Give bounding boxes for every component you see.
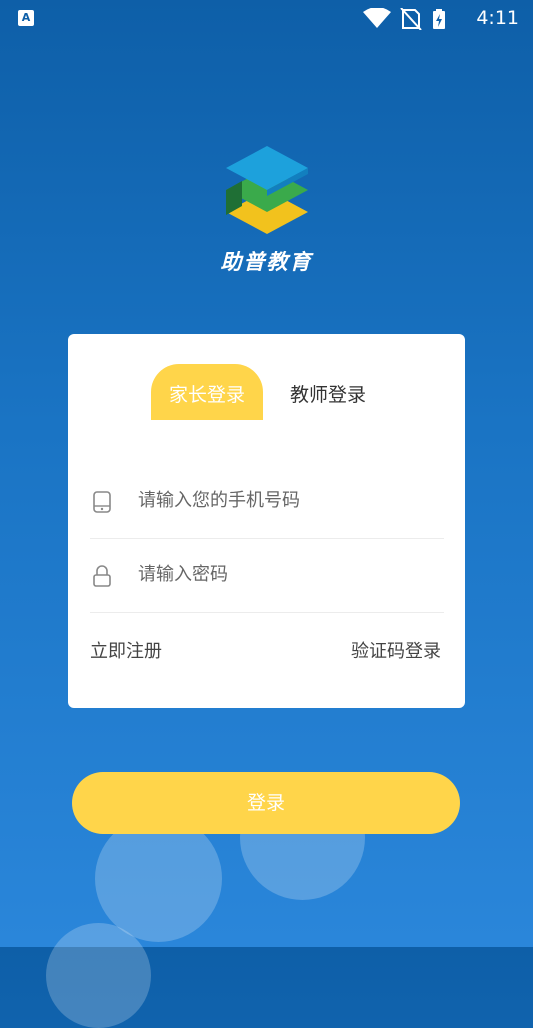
status-icons: [363, 7, 463, 34]
phone-field[interactable]: 请输入您的手机号码: [90, 466, 444, 539]
password-input[interactable]: 请输入密码: [138, 560, 228, 586]
app-title: 助普教育: [220, 250, 313, 274]
login-button[interactable]: 登录: [72, 772, 460, 834]
no-sim-icon: [400, 7, 422, 31]
tab-teacher-login[interactable]: 教师登录: [278, 364, 378, 420]
tab-parent-login[interactable]: 家长登录: [151, 364, 263, 420]
decorative-bubble: [95, 815, 222, 942]
decorative-bubble: [46, 923, 151, 1028]
lock-icon: [93, 565, 111, 587]
phone-input[interactable]: 请输入您的手机号码: [138, 486, 300, 512]
register-link[interactable]: 立即注册: [90, 637, 162, 663]
wifi-icon: [363, 7, 391, 28]
app-logo: 助普教育: [0, 140, 533, 276]
app-notification-icon: A: [18, 10, 34, 26]
phone-icon: [93, 491, 111, 513]
clock: 4:11: [476, 7, 519, 29]
code-login-link[interactable]: 验证码登录: [351, 637, 441, 663]
password-field[interactable]: 请输入密码: [90, 540, 444, 613]
status-bar: A 4:11: [0, 0, 533, 36]
battery-charging-icon: [433, 9, 445, 29]
layers-logo-icon: [225, 146, 308, 234]
login-card: 家长登录 教师登录 请输入您的手机号码 请输入密码 立即注册 验证码登录: [68, 334, 465, 708]
